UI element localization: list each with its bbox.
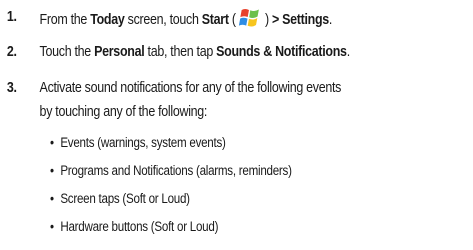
bullet-icon: • (50, 163, 54, 178)
bullet-text: Events (warnings, system events) (60, 135, 226, 150)
step-number: 2. (6, 44, 17, 60)
step-1-text-b: screen, touch (124, 12, 202, 28)
step-1-text-a: From the (39, 12, 91, 28)
step-1-text-e: . (328, 12, 333, 28)
bullet-icon: • (50, 135, 54, 150)
bullet-text: Hardware buttons (Soft or Loud) (60, 219, 219, 234)
step-number: 1. (6, 9, 17, 25)
step-number: 3. (6, 80, 17, 96)
step-2-text-b: tab, then tap (144, 44, 217, 60)
sounds-notifications-label: Sounds & Notifications (216, 44, 347, 60)
bullet-item: • Events (warnings, system events) (50, 134, 226, 152)
step-3-line-1: Activate sound notifications for any of … (39, 80, 342, 96)
windows-start-icon (237, 7, 263, 29)
start-label: Start (201, 12, 229, 28)
bullet-item: • Programs and Notifications (alarms, rem… (50, 162, 292, 180)
bullet-item: • Screen taps (Soft or Loud) (50, 190, 190, 208)
bullet-icon: • (50, 219, 54, 234)
bullet-icon: • (50, 191, 54, 206)
step-3-line-2: by touching any of the following: (39, 104, 208, 120)
bullet-item: • Hardware buttons (Soft or Loud) (50, 218, 218, 236)
personal-tab-label: Personal (94, 44, 145, 60)
bullet-text: Programs and Notifications (alarms, remi… (60, 163, 292, 178)
bullet-text: Screen taps (Soft or Loud) (60, 191, 190, 206)
step-text: From the Today screen, touch Start ( ) >… (39, 7, 333, 30)
step-text: Touch the Personal tab, then tap Sounds … (39, 42, 351, 62)
settings-label: > Settings (272, 12, 329, 28)
step-2-text-a: Touch the (39, 44, 95, 60)
today-label: Today (90, 12, 125, 28)
instruction-document: 1. From the Today screen, touch Start ( … (0, 0, 473, 250)
step-1-text-c: ( (228, 12, 236, 28)
step-2-text-c: . (346, 44, 350, 60)
